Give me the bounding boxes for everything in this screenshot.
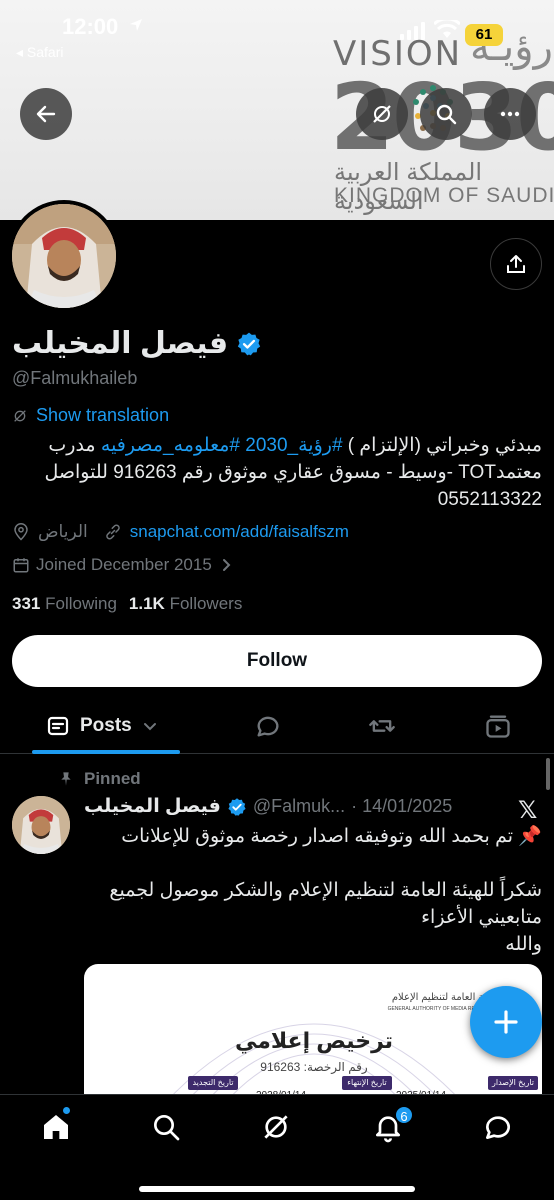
post-author-handle: @Falmuk... bbox=[252, 796, 346, 816]
media-title: ترخيص إعلامي bbox=[234, 1028, 394, 1053]
banner-kingdom-en: KINGDOM OF SAUDI ARABIA bbox=[334, 184, 554, 207]
post-author-avatar[interactable] bbox=[12, 796, 70, 854]
bottom-navigation: 6 bbox=[0, 1094, 554, 1200]
following-label: Following bbox=[45, 594, 117, 613]
location-arrow-icon bbox=[130, 19, 142, 31]
profile-avatar[interactable] bbox=[8, 200, 120, 312]
post-text-line-3: والله bbox=[505, 934, 542, 955]
link-icon bbox=[105, 524, 120, 540]
plus-icon bbox=[494, 1010, 518, 1034]
status-time: 12:00 bbox=[62, 14, 119, 39]
cellular-signal-icon bbox=[400, 22, 425, 40]
posts-icon bbox=[47, 716, 69, 736]
post-header: فيصل المخيلب @Falmuk... · 14/01/2025 bbox=[84, 795, 452, 818]
follow-button[interactable]: Follow bbox=[12, 635, 542, 687]
tab-reposts[interactable] bbox=[368, 712, 396, 740]
show-translation-label[interactable]: Show translation bbox=[36, 405, 169, 426]
search-icon bbox=[436, 104, 457, 125]
back-to-safari-link[interactable]: ◂ Safari bbox=[16, 44, 64, 61]
active-tab-indicator bbox=[32, 750, 180, 754]
media-expiry-label: تاريخ الإنتهاء bbox=[342, 1076, 392, 1090]
search-icon[interactable] bbox=[150, 1111, 182, 1143]
avatar-photo bbox=[12, 796, 70, 854]
profile-handle: @Falmukhaileb bbox=[12, 368, 138, 388]
avatar-photo bbox=[12, 204, 116, 308]
profile-location: الرياض bbox=[38, 522, 88, 541]
profile-bio: مبدئي وخبراتي (الإلتزام ) #رؤية_2030 #مع… bbox=[12, 432, 542, 513]
chevron-down-icon bbox=[143, 723, 156, 731]
location-pin-icon bbox=[14, 523, 28, 541]
tab-replies[interactable] bbox=[254, 712, 282, 740]
tab-media[interactable] bbox=[484, 712, 512, 740]
x-logo-icon: 𝕏 bbox=[518, 797, 538, 824]
more-options-button[interactable] bbox=[484, 88, 536, 140]
wifi-icon bbox=[434, 20, 460, 38]
post-body[interactable]: 📌 تم بحمد الله وتوفيقه اصدار رخصة موثوق … bbox=[84, 823, 542, 958]
pinned-label: Pinned bbox=[84, 769, 141, 788]
chevron-right-icon bbox=[222, 559, 231, 571]
profile-meta-row: الرياض snapchat.com/add/faisalfszm bbox=[12, 522, 349, 542]
grok-button[interactable] bbox=[356, 88, 408, 140]
more-icon bbox=[500, 111, 520, 117]
media-issue-label: تاريخ الإصدار bbox=[488, 1076, 538, 1090]
follow-counts: 331 Following 1.1K Followers bbox=[12, 594, 242, 614]
bio-hashtag-vision[interactable]: #رؤية_2030 bbox=[245, 435, 342, 456]
status-bar: 12:00 ◂ Safari 61 bbox=[0, 0, 554, 64]
joined-date: Joined December 2015 bbox=[36, 555, 212, 574]
pinned-label-row: Pinned bbox=[58, 769, 141, 789]
messages-icon[interactable] bbox=[482, 1111, 514, 1143]
scrollbar[interactable] bbox=[546, 758, 550, 790]
post-author-name[interactable]: فيصل المخيلب bbox=[84, 795, 221, 818]
following-count: 331 bbox=[12, 594, 41, 613]
tab-posts[interactable]: Posts bbox=[46, 714, 158, 738]
media-license-number: رقم الرخصة: 916263 bbox=[260, 1060, 368, 1074]
followers-label: Followers bbox=[169, 594, 243, 613]
battery-indicator: 61 bbox=[465, 24, 503, 46]
share-profile-button[interactable] bbox=[490, 238, 542, 290]
verified-badge-icon[interactable] bbox=[236, 331, 262, 357]
show-translation-link[interactable]: Show translation bbox=[12, 405, 169, 426]
profile-tabs: Posts bbox=[0, 700, 554, 754]
verified-badge-icon bbox=[228, 797, 246, 816]
notifications-badge: 6 bbox=[394, 1105, 414, 1125]
home-indicator[interactable] bbox=[139, 1186, 415, 1192]
tab-posts-label: Posts bbox=[80, 715, 132, 736]
pin-icon bbox=[61, 772, 71, 786]
joined-date-row[interactable]: Joined December 2015 bbox=[12, 555, 234, 575]
profile-website-link[interactable]: snapchat.com/add/faisalfszm bbox=[130, 522, 349, 542]
grok-icon[interactable] bbox=[260, 1111, 292, 1143]
share-icon bbox=[507, 255, 525, 273]
grok-icon bbox=[373, 105, 391, 123]
following-link[interactable]: 331 Following bbox=[12, 594, 117, 614]
bio-hashtag-banking[interactable]: #معلومه_مصرفيه bbox=[101, 435, 245, 456]
profile-name-row: فيصل المخيلب bbox=[12, 326, 262, 361]
compose-post-button[interactable] bbox=[470, 986, 542, 1058]
home-unread-dot bbox=[63, 1107, 70, 1114]
media-renew-label: تاريخ التجديد bbox=[188, 1076, 238, 1090]
followers-count: 1.1K bbox=[128, 594, 165, 613]
grok-translate-icon bbox=[14, 409, 26, 422]
calendar-icon bbox=[13, 558, 29, 573]
post-text-line-2: شكراً للهيئة العامة لتنظيم الإعلام والشك… bbox=[109, 880, 542, 928]
search-button[interactable] bbox=[420, 88, 472, 140]
followers-link[interactable]: 1.1K Followers bbox=[129, 594, 242, 614]
bio-text-1: مبدئي وخبراتي (الإلتزام ) bbox=[342, 435, 542, 456]
profile-name: فيصل المخيلب bbox=[12, 327, 229, 360]
post-text-line-1: 📌 تم بحمد الله وتوفيقه اصدار رخصة موثوق … bbox=[121, 826, 542, 847]
post-date[interactable]: · 14/01/2025 bbox=[351, 796, 452, 817]
back-button[interactable] bbox=[20, 88, 72, 140]
home-icon[interactable] bbox=[40, 1111, 72, 1143]
arrow-left-icon bbox=[36, 105, 56, 123]
